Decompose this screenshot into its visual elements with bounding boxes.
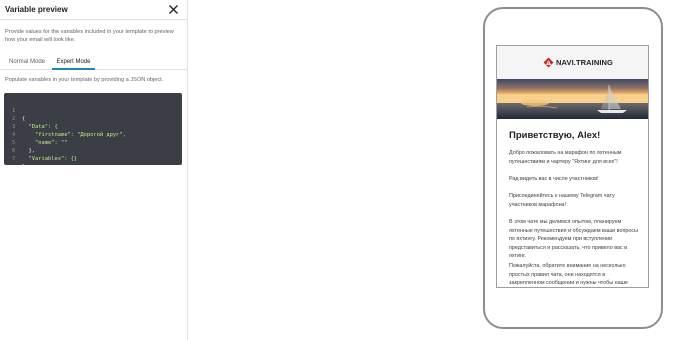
email-paragraph: Присоединяйтесь к нашему Telegram чату у… [509,193,615,208]
line-number: 7 [12,156,16,162]
tab-normal-mode[interactable]: Normal Mode [9,56,45,70]
variable-preview-panel: Variable preview Provide values for the … [0,0,188,340]
code-line: 7 } [4,147,182,165]
code-line: 4 "name": "" [4,123,182,146]
code-text: } [22,163,25,165]
email-body: Приветствую, Alex! Добро пожаловать на м… [497,119,648,287]
json-editor[interactable]: 1 { 2 "Data": { 3 "firstname": "Дорогой … [4,93,182,165]
populate-instructions: Populate variables in your template by p… [5,77,164,83]
code-line: 5 }, [4,131,182,154]
code-line: 2 "Data": { [4,107,182,130]
brand-name: NAVI.TRAINING [556,58,613,67]
email-greeting: Приветствую, Alex! [509,130,601,141]
code-line: 6 "Variables": {} [4,139,182,162]
hero-image [497,79,648,119]
code-line: 1 { [4,99,182,122]
active-tab-indicator [52,68,95,70]
mode-tabs: Normal Mode Expert Mode [0,56,188,70]
close-button[interactable] [167,3,180,16]
email-paragraph: В этом чате мы делимся опытом, планируем… [509,219,638,260]
code-line: 3 "firstname": "Дорогой друг", [4,115,182,138]
panel-description: Provide values for the variables include… [5,29,174,43]
sailboat-sunset-image [497,79,648,119]
panel-header: Variable preview [0,0,188,20]
email-preview-screen[interactable]: NAVI.TRAINING Приветствую, Alex! Добро п… [496,45,649,288]
brand-logo-icon [543,57,554,68]
email-header: NAVI.TRAINING [497,46,648,79]
email-paragraph: Добро пожаловать на марафон по яхтенным … [509,150,622,165]
close-icon [169,5,178,14]
panel-title: Variable preview [5,5,68,14]
email-paragraph: Пожалуйста, обратите внимание на несколь… [509,263,628,287]
email-paragraph: Рад видеть вас в числе участников! [509,176,599,182]
code-text: "Variables": {} [22,156,78,162]
